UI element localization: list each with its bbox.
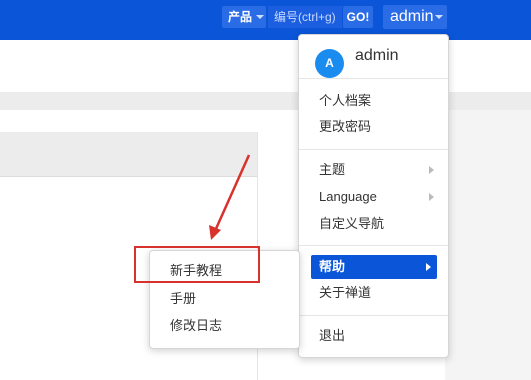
annotation-arrow-icon <box>209 154 251 240</box>
